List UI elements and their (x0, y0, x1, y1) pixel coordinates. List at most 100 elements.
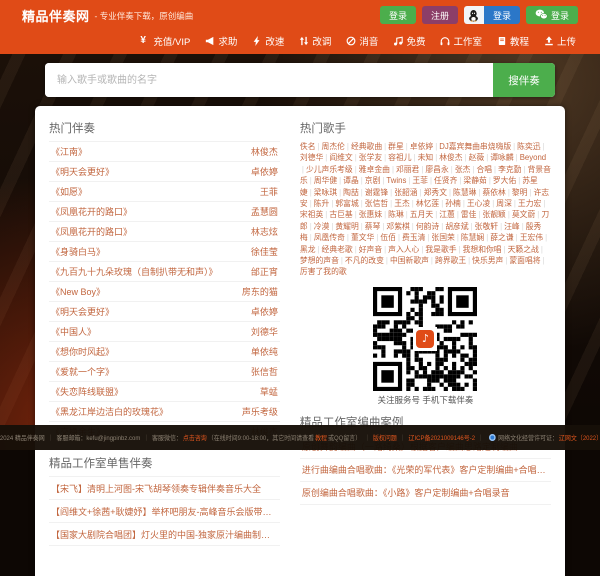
hot-accompaniment-row[interactable]: 《明天会更好》 卓依婷 (49, 302, 280, 322)
singer-tag[interactable]: 王宏伟 (520, 233, 543, 242)
qq-login-button[interactable]: 登录 (463, 6, 520, 24)
singer-tag[interactable]: 好声音 (359, 245, 382, 254)
singer-tag[interactable]: 何韵诗 (416, 222, 439, 231)
studio-item[interactable]: 进行曲编曲合唱歌曲：《光荣的军代表》客户定制编曲+合唱录音 (299, 459, 551, 482)
singer-tag[interactable]: 陶喆 (343, 188, 359, 197)
hot-accompaniment-row[interactable]: 《凤凰花开的路口》 孟慧圆 (49, 202, 280, 222)
singer-tag[interactable]: Twins (386, 176, 406, 185)
artist-name[interactable]: 刘德华 (251, 325, 278, 338)
song-title[interactable]: 《凤凰花开的路口》 (51, 205, 132, 218)
singer-tag[interactable]: 合唱 (476, 165, 492, 174)
singer-tag[interactable]: 伍佰 (380, 233, 396, 242)
singer-tag[interactable]: 王心凌 (467, 199, 490, 208)
singer-tag[interactable]: 群星 (388, 142, 404, 151)
singer-tag[interactable]: 我是歌手 (425, 245, 456, 254)
hot-accompaniment-row[interactable]: 《凤凰花开的路口》 林志炫 (49, 222, 280, 242)
nav-item-recharge-vip[interactable]: ¥ 充值/VIP (140, 34, 190, 49)
singer-tag[interactable]: 郭富城 (335, 199, 358, 208)
singer-tag[interactable]: 陈慧琳 (453, 188, 476, 197)
song-title[interactable]: 《失恋阵线联盟》 (51, 385, 123, 398)
hot-accompaniment-row[interactable]: 《江南》 林俊杰 (49, 142, 280, 162)
singer-tag[interactable]: 林忆莲 (416, 199, 439, 208)
nav-item-help[interactable]: 求助 (205, 34, 237, 48)
footer-tutorial-link[interactable]: 教程 (315, 433, 327, 442)
singer-tag[interactable]: 陈升 (314, 199, 330, 208)
singer-tag[interactable]: 张敬轩 (475, 222, 498, 231)
singer-tag[interactable]: 经典歌曲 (351, 142, 382, 151)
hot-accompaniment-row[interactable]: 《明天会更好》 卓依婷 (49, 162, 280, 182)
singer-tag[interactable]: 邓紫棋 (386, 222, 409, 231)
singer-tag[interactable]: 古巨基 (329, 210, 352, 219)
singer-tag[interactable]: 厉害了我的歌 (300, 267, 347, 276)
artist-name[interactable]: 卓依婷 (251, 165, 278, 178)
singer-tag[interactable]: 阎维文 (329, 153, 352, 162)
nav-item-upload[interactable]: 上传 (544, 34, 576, 48)
singer-tag[interactable]: DJ嘉宾舞曲串烧嗨版 (439, 142, 511, 151)
singer-tag[interactable]: 刘德华 (300, 153, 323, 162)
singer-tag[interactable]: 胡彦斌 (445, 222, 468, 231)
hot-accompaniment-row[interactable]: 《如愿》 王菲 (49, 182, 280, 202)
singer-tag[interactable]: 谭咏麟 (490, 153, 513, 162)
singer-tag[interactable]: 蔡琴 (365, 222, 381, 231)
hot-accompaniment-row[interactable]: 《想你时风起》 单依纯 (49, 342, 280, 362)
singer-tag[interactable]: 黎明 (512, 188, 528, 197)
singer-tag[interactable]: 汪峰 (504, 222, 520, 231)
singer-tag[interactable]: 赵薇 (469, 153, 485, 162)
singer-tag[interactable]: 张韶涵 (394, 188, 417, 197)
singer-tag[interactable]: 黄耀明 (335, 222, 358, 231)
hot-accompaniment-row[interactable]: 《黑龙江岸边洁白的玫瑰花》 声乐考级 (49, 402, 280, 422)
artist-name[interactable]: 王菲 (260, 185, 278, 198)
nav-item-change-key[interactable]: 改调 (299, 34, 331, 48)
singer-tag[interactable]: 谢霆锋 (365, 188, 388, 197)
song-title[interactable]: 《黑龙江岸边洁白的玫瑰花》 (51, 405, 168, 418)
singer-tag[interactable]: 董文华 (351, 233, 374, 242)
nav-item-change-speed[interactable]: 改速 (252, 34, 284, 48)
song-title[interactable]: 《New Boy》 (51, 285, 105, 298)
singer-tag[interactable]: 容祖儿 (388, 153, 411, 162)
singer-tag[interactable]: 王菲 (412, 176, 428, 185)
studio-item[interactable]: 【阎维文+徐茜+耿婕妤】举杯吧朋友-高峰音乐会版带伴唱无损.. (49, 500, 280, 523)
singer-tag[interactable]: 周华健 (314, 176, 337, 185)
wechat-login-button[interactable]: 登录 (525, 6, 578, 24)
singer-tag[interactable]: 未知 (418, 153, 434, 162)
artist-name[interactable]: 林志炫 (251, 225, 278, 238)
singer-tag[interactable]: 蔡依林 (482, 188, 505, 197)
singer-tag[interactable]: 天籁之战 (508, 245, 539, 254)
login-button[interactable]: 登录 (379, 6, 416, 24)
artist-name[interactable]: 孟慧圆 (251, 205, 278, 218)
artist-name[interactable]: 徐佳莹 (251, 245, 278, 258)
singer-tag[interactable]: 费玉清 (402, 233, 425, 242)
singer-tag[interactable]: 郑秀文 (424, 188, 447, 197)
singer-tag[interactable]: 张信哲 (365, 199, 388, 208)
singer-tag[interactable]: 声入人心 (388, 245, 419, 254)
singer-tag[interactable]: 陈奕迅 (517, 142, 540, 151)
singer-tag[interactable]: 经典老歌 (322, 245, 353, 254)
singer-tag[interactable]: 罗大佑 (493, 176, 516, 185)
nav-item-studio[interactable]: 工作室 (440, 34, 482, 48)
singer-tag[interactable]: 陈琳 (388, 210, 404, 219)
artist-name[interactable]: 邰正宵 (251, 265, 278, 278)
hot-accompaniment-row[interactable]: 《爱就一个字》 张信哲 (49, 362, 280, 382)
nav-item-tutorial[interactable]: 教程 (497, 34, 529, 48)
artist-name[interactable]: 声乐考级 (242, 405, 278, 418)
song-title[interactable]: 《明天会更好》 (51, 305, 114, 318)
singer-tag[interactable]: 李克勤 (498, 165, 521, 174)
song-title[interactable]: 《凤凰花开的路口》 (51, 225, 132, 238)
singer-tag[interactable]: 不凡的改变 (345, 256, 384, 265)
singer-tag[interactable]: 我想和你唱 (463, 245, 502, 254)
hot-accompaniment-row[interactable]: 《九百九十九朵玫瑰（自制扒带无和声）》 邰正宵 (49, 262, 280, 282)
singer-tag[interactable]: 林俊杰 (439, 153, 462, 162)
singer-tag[interactable]: 周深 (496, 199, 512, 208)
singer-tag[interactable]: 少儿声乐考级 (306, 165, 353, 174)
song-title[interactable]: 《江南》 (51, 145, 87, 158)
singer-tag[interactable]: 佚名 (300, 142, 316, 151)
singer-tag[interactable]: 张学友 (359, 153, 382, 162)
singer-tag[interactable]: 雅卓金曲 (359, 165, 390, 174)
singer-tag[interactable]: 孙楠 (445, 199, 461, 208)
singer-tag[interactable]: 张杰 (455, 165, 471, 174)
singer-tag[interactable]: 跨界歌王 (435, 256, 466, 265)
singer-tag[interactable]: 周杰伦 (322, 142, 345, 151)
studio-item[interactable]: 原创编曲合唱歌曲：《小路》客户定制编曲+合唱录音 (299, 482, 551, 505)
singer-tag[interactable]: 京剧 (365, 176, 381, 185)
singer-tag[interactable]: 王杰 (394, 199, 410, 208)
